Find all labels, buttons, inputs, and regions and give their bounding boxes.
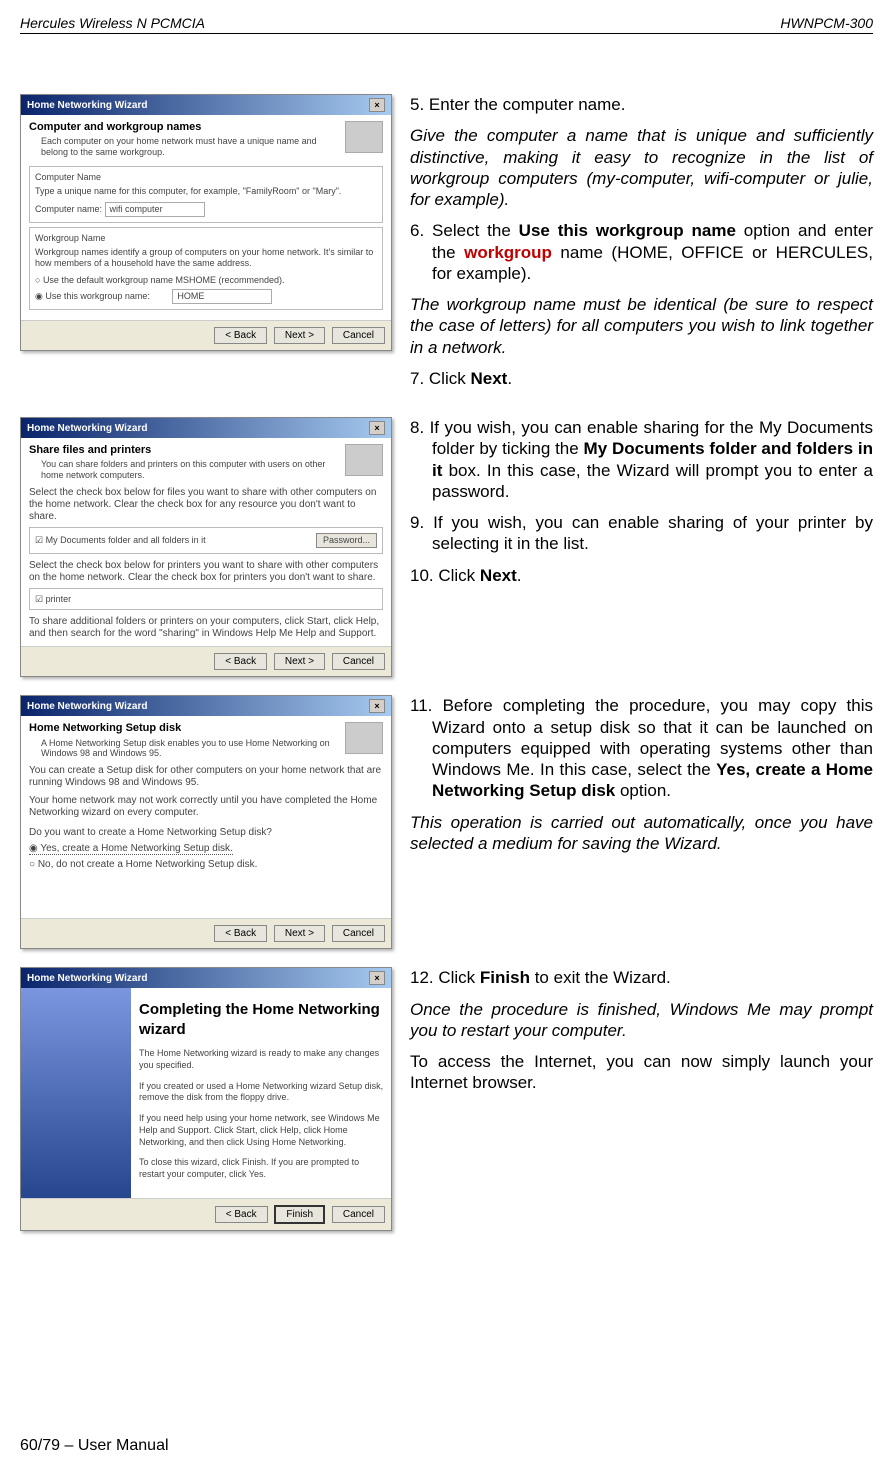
- dialog1-title: Home Networking Wizard: [27, 100, 147, 111]
- dialog-share-files: Home Networking Wizard × Share files and…: [20, 417, 392, 677]
- dialog-computer-workgroup: Home Networking Wizard × Computer and wo…: [20, 94, 392, 351]
- computer-name-desc: Type a unique name for this computer, fo…: [35, 186, 377, 197]
- close-icon[interactable]: ×: [369, 98, 385, 112]
- dialog3-heading: Home Networking Setup disk: [29, 722, 383, 735]
- dialog-completing: Home Networking Wizard × Completing the …: [20, 967, 392, 1231]
- cancel-button[interactable]: Cancel: [332, 653, 385, 670]
- next-button[interactable]: Next >: [274, 925, 325, 942]
- header-left: Hercules Wireless N PCMCIA: [20, 15, 205, 31]
- back-button[interactable]: < Back: [214, 327, 267, 344]
- step-5: 5. Enter the computer name.: [410, 94, 873, 115]
- step-5-note: Give the computer a name that is unique …: [410, 125, 873, 210]
- workgroup-group-label: Workgroup Name: [35, 233, 377, 244]
- dialog4-title: Home Networking Wizard: [27, 973, 147, 984]
- workgroup-input[interactable]: HOME: [172, 289, 272, 304]
- step-8: 8. If you wish, you can enable sharing f…: [410, 417, 873, 502]
- step-11-note: This operation is carried out automatica…: [410, 812, 873, 855]
- radio-no-disk[interactable]: No, do not create a Home Networking Setu…: [29, 859, 257, 870]
- dialog3-title: Home Networking Wizard: [27, 701, 147, 712]
- cancel-button[interactable]: Cancel: [332, 1206, 385, 1223]
- disk-icon: [345, 722, 383, 754]
- step-10: 10. Click Next.: [410, 565, 873, 586]
- dialog3-text1: You can create a Setup disk for other co…: [29, 765, 383, 789]
- wizard-banner: [21, 988, 131, 1198]
- step-12: 12. Click Finish to exit the Wizard.: [410, 967, 873, 988]
- dialog2-text3: To share additional folders or printers …: [29, 616, 383, 640]
- password-button[interactable]: Password...: [316, 533, 377, 548]
- step-6: 6. Select the Use this workgroup name op…: [410, 220, 873, 284]
- dialog1-sub: Each computer on your home network must …: [41, 136, 383, 158]
- header-right: HWNPCM-300: [780, 15, 873, 31]
- dialog2-sub: You can share folders and printers on th…: [41, 459, 383, 481]
- close-icon[interactable]: ×: [369, 421, 385, 435]
- step-7: 7. Click Next.: [410, 368, 873, 389]
- mydocs-checkbox[interactable]: My Documents folder and all folders in i…: [35, 535, 206, 546]
- cancel-button[interactable]: Cancel: [332, 327, 385, 344]
- step-12-last: To access the Internet, you can now simp…: [410, 1051, 873, 1094]
- computer-name-input[interactable]: wifi computer: [105, 202, 205, 217]
- share-icon: [345, 444, 383, 476]
- next-button[interactable]: Next >: [274, 653, 325, 670]
- radio-default-workgroup[interactable]: Use the default workgroup name MSHOME (r…: [35, 275, 285, 285]
- step-6-note: The workgroup name must be identical (be…: [410, 294, 873, 358]
- dialog1-heading: Computer and workgroup names: [29, 121, 383, 134]
- computer-icon: [345, 121, 383, 153]
- close-icon[interactable]: ×: [369, 699, 385, 713]
- computer-name-label: Computer name:: [35, 204, 102, 214]
- dialog3-question: Do you want to create a Home Networking …: [29, 827, 383, 839]
- workgroup-desc: Workgroup names identify a group of comp…: [35, 247, 377, 269]
- dialog3-text2: Your home network may not work correctly…: [29, 795, 383, 819]
- dialog-setup-disk: Home Networking Wizard × Home Networking…: [20, 695, 392, 949]
- close-icon[interactable]: ×: [369, 971, 385, 985]
- dialog2-text2: Select the check box below for printers …: [29, 560, 383, 584]
- step-9: 9. If you wish, you can enable sharing o…: [410, 512, 873, 555]
- back-button[interactable]: < Back: [214, 653, 267, 670]
- step-12-note: Once the procedure is finished, Windows …: [410, 999, 873, 1042]
- radio-yes-disk[interactable]: Yes, create a Home Networking Setup disk…: [29, 843, 233, 855]
- computer-name-group-label: Computer Name: [35, 172, 377, 183]
- cancel-button[interactable]: Cancel: [332, 925, 385, 942]
- dialog2-heading: Share files and printers: [29, 444, 383, 457]
- dialog2-title: Home Networking Wizard: [27, 423, 147, 434]
- dialog3-sub: A Home Networking Setup disk enables you…: [41, 738, 383, 760]
- next-button[interactable]: Next >: [274, 327, 325, 344]
- back-button[interactable]: < Back: [214, 925, 267, 942]
- printer-checkbox[interactable]: printer: [35, 594, 71, 604]
- step-11: 11. Before completing the procedure, you…: [410, 695, 873, 801]
- dialog2-text1: Select the check box below for files you…: [29, 487, 383, 523]
- finish-button[interactable]: Finish: [274, 1205, 325, 1224]
- page-footer: 60/79 – User Manual: [20, 1437, 169, 1455]
- radio-custom-workgroup[interactable]: Use this workgroup name:: [35, 291, 150, 301]
- back-button[interactable]: < Back: [215, 1206, 268, 1223]
